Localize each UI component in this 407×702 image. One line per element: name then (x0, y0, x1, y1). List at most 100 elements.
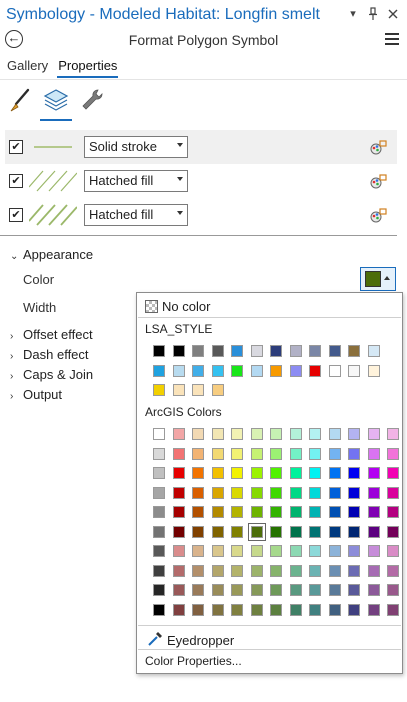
color-swatch[interactable] (348, 447, 360, 460)
color-swatch[interactable] (211, 428, 224, 440)
color-swatch[interactable] (270, 564, 282, 577)
color-swatch[interactable] (289, 584, 302, 596)
tab-gallery[interactable]: Gallery (6, 58, 49, 78)
color-swatch[interactable] (192, 564, 204, 577)
close-icon[interactable] (387, 7, 399, 21)
color-swatch[interactable] (231, 564, 243, 577)
dropdown-icon[interactable]: ▾ (347, 7, 359, 21)
hamburger-menu-icon[interactable] (385, 33, 399, 45)
color-swatch[interactable] (153, 506, 165, 518)
color-swatch[interactable] (270, 545, 282, 557)
color-swatch[interactable] (309, 467, 321, 479)
color-swatch[interactable] (367, 467, 380, 479)
color-swatch[interactable] (387, 447, 399, 460)
color-swatch[interactable] (192, 525, 204, 538)
color-swatch[interactable] (348, 525, 360, 538)
color-swatch[interactable] (211, 384, 224, 396)
color-swatch[interactable] (367, 428, 380, 440)
color-swatch[interactable] (172, 345, 185, 357)
color-swatch[interactable] (309, 603, 321, 616)
color-properties-link[interactable]: Color Properties... (145, 654, 242, 668)
color-lock-icon[interactable] (369, 172, 387, 190)
color-swatch[interactable] (309, 486, 321, 499)
layer-visibility-checkbox[interactable]: ✔ (9, 174, 23, 188)
color-swatch[interactable] (153, 584, 165, 596)
color-swatch[interactable] (153, 364, 165, 377)
color-swatch[interactable] (270, 525, 282, 538)
color-swatch[interactable] (289, 447, 302, 460)
color-swatch[interactable] (172, 603, 185, 616)
wrench-icon[interactable] (78, 86, 106, 114)
layer-type-dropdown[interactable]: Solid stroke (84, 136, 188, 158)
no-color-option[interactable]: No color (145, 298, 210, 314)
color-swatch[interactable] (250, 564, 263, 577)
color-swatch[interactable] (192, 545, 204, 557)
color-swatch[interactable] (387, 467, 399, 479)
color-swatch[interactable] (328, 525, 341, 538)
color-swatch[interactable] (247, 522, 266, 541)
layer-visibility-checkbox[interactable]: ✔ (9, 140, 23, 154)
color-swatch[interactable] (153, 467, 165, 479)
color-swatch[interactable] (172, 447, 185, 460)
symbol-layer-row[interactable]: ✔ Hatched fill (5, 164, 397, 198)
color-swatch[interactable] (250, 545, 263, 557)
section-offset-effect[interactable]: › Offset effect (10, 327, 93, 342)
color-swatch[interactable] (328, 345, 341, 357)
color-swatch[interactable] (309, 525, 321, 538)
color-swatch[interactable] (231, 525, 243, 538)
color-swatch[interactable] (367, 525, 380, 538)
color-swatch[interactable] (192, 506, 204, 518)
color-swatch[interactable] (348, 603, 360, 616)
color-swatch[interactable] (367, 564, 380, 577)
layer-type-dropdown[interactable]: Hatched fill (84, 204, 188, 226)
color-swatch[interactable] (328, 584, 341, 596)
color-swatch[interactable] (348, 364, 360, 377)
color-swatch[interactable] (192, 584, 204, 596)
color-swatch[interactable] (328, 428, 341, 440)
color-swatch[interactable] (192, 428, 204, 440)
color-swatch[interactable] (172, 486, 185, 499)
color-swatch[interactable] (387, 603, 399, 616)
color-swatch[interactable] (192, 447, 204, 460)
layers-icon[interactable] (40, 86, 72, 121)
layer-visibility-checkbox[interactable]: ✔ (9, 208, 23, 222)
color-swatch[interactable] (153, 447, 165, 460)
color-swatch[interactable] (211, 506, 224, 518)
color-swatch[interactable] (289, 345, 302, 357)
color-swatch[interactable] (328, 364, 341, 377)
color-swatch[interactable] (328, 467, 341, 479)
color-swatch[interactable] (367, 364, 380, 377)
color-swatch[interactable] (172, 467, 185, 479)
color-swatch[interactable] (192, 345, 204, 357)
color-swatch[interactable] (153, 603, 165, 616)
color-swatch[interactable] (367, 447, 380, 460)
color-swatch[interactable] (367, 545, 380, 557)
color-swatch[interactable] (192, 467, 204, 479)
color-swatch[interactable] (270, 584, 282, 596)
color-swatch[interactable] (211, 525, 224, 538)
color-swatch[interactable] (231, 345, 243, 357)
color-swatch[interactable] (367, 506, 380, 518)
color-swatch[interactable] (231, 428, 243, 440)
color-swatch[interactable] (231, 486, 243, 499)
color-swatch[interactable] (250, 428, 263, 440)
color-swatch[interactable] (289, 486, 302, 499)
color-swatch[interactable] (309, 364, 321, 377)
color-swatch[interactable] (250, 467, 263, 479)
color-swatch[interactable] (289, 467, 302, 479)
symbol-layer-row[interactable]: ✔ Hatched fill (5, 198, 397, 232)
color-swatch[interactable] (153, 525, 165, 538)
color-swatch[interactable] (172, 545, 185, 557)
color-swatch[interactable] (250, 447, 263, 460)
color-swatch[interactable] (231, 364, 243, 377)
color-swatch[interactable] (172, 384, 185, 396)
color-lock-icon[interactable] (369, 206, 387, 224)
color-swatch[interactable] (211, 345, 224, 357)
tab-properties[interactable]: Properties (57, 58, 119, 78)
section-output[interactable]: › Output (10, 387, 62, 402)
layer-type-dropdown[interactable]: Hatched fill (84, 170, 188, 192)
color-swatch[interactable] (367, 486, 380, 499)
color-swatch[interactable] (289, 545, 302, 557)
color-swatch[interactable] (309, 564, 321, 577)
color-swatch[interactable] (289, 564, 302, 577)
